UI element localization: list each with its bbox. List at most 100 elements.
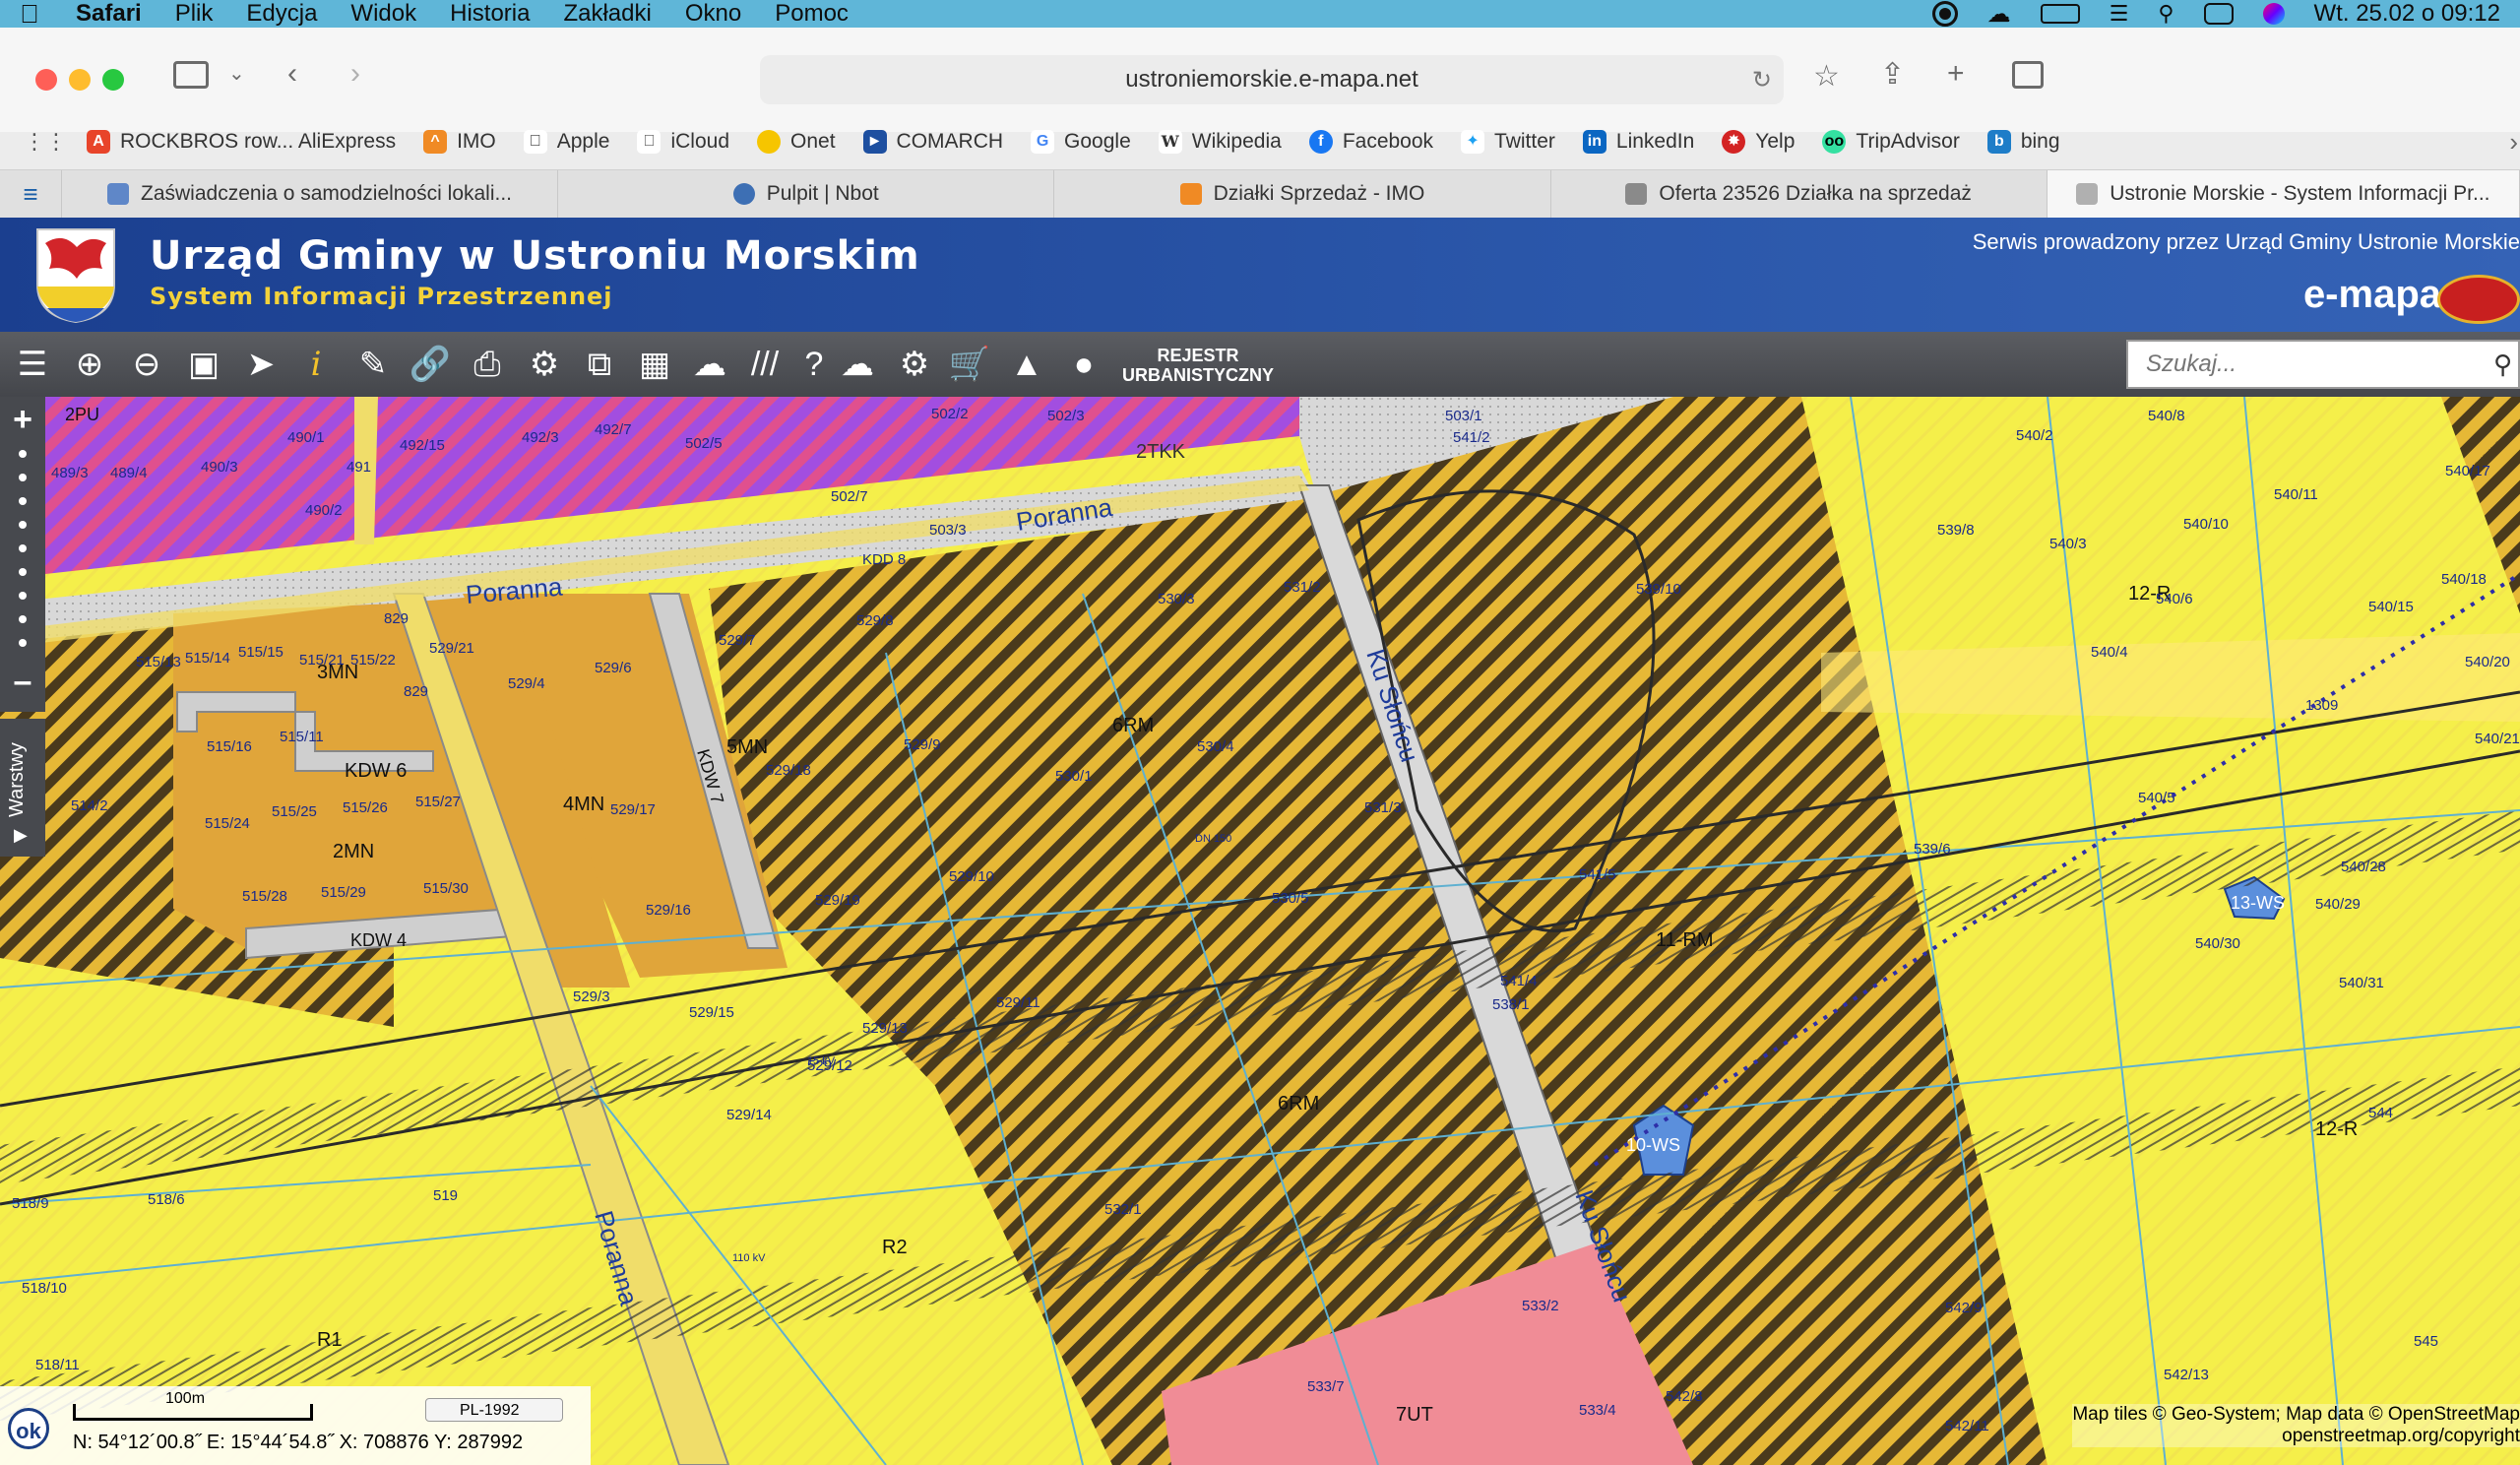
attribution-line2[interactable]: openstreetmap.org/copyright <box>2072 1426 2520 1447</box>
linkedin-icon: in <box>1582 130 1606 154</box>
favorites-overflow-icon[interactable]: › <box>2509 127 2518 158</box>
apps-grid-icon[interactable]: ⋮⋮ <box>24 129 67 155</box>
zoom-in-icon[interactable]: ⊕ <box>67 342 112 387</box>
zoom-level-dot[interactable] <box>19 450 27 458</box>
info-icon[interactable]: i <box>293 342 339 387</box>
favorite-tripadvisor[interactable]: oo TripAdvisor <box>1822 130 1960 154</box>
menu-item-widok[interactable]: Widok <box>334 0 433 28</box>
tab-ustronie-morskie[interactable]: Ustronie Morskie - System Informacji Pr.… <box>2047 170 2520 218</box>
map-label: 515/27 <box>415 794 461 810</box>
zoom-level-dot[interactable] <box>19 497 27 505</box>
tent-icon[interactable]: ▲ <box>1004 342 1049 387</box>
share-icon[interactable]: ⇪ <box>1880 57 1905 92</box>
tab-dzialki-sprzedaz[interactable]: Działki Sprzedaż - IMO <box>1054 170 1551 218</box>
wifi-icon[interactable]: ☰ <box>2110 1 2129 27</box>
cloud-download-icon[interactable]: ☁ <box>835 342 880 387</box>
compare-icon[interactable]: ⧉ <box>577 342 622 387</box>
apple-menu-icon[interactable]:  <box>0 0 59 30</box>
link-icon[interactable]: 🔗 <box>408 342 453 387</box>
back-icon[interactable]: ‹ <box>287 57 297 91</box>
favorite-icloud[interactable]:  iCloud <box>637 130 729 154</box>
favorite-onet[interactable]: Onet <box>757 130 836 154</box>
hatch-icon[interactable]: /// <box>742 342 788 387</box>
help-icon[interactable]: ? <box>791 342 837 387</box>
tab-overview-icon[interactable] <box>2012 61 2044 89</box>
reload-icon[interactable]: ↻ <box>1752 66 1772 95</box>
layers-panel-toggle[interactable]: Warstwy ▶ <box>0 719 45 857</box>
street-view-icon[interactable]: ⚙ <box>522 342 567 387</box>
close-window-button[interactable] <box>35 69 57 91</box>
minimize-window-button[interactable] <box>69 69 91 91</box>
cursor-coordinates: N: 54°12´00.8˝ E: 15°44´54.8˝ X: 708876 … <box>73 1432 524 1453</box>
sidebar-toggle-icon[interactable] <box>173 61 209 89</box>
zoom-level-dot[interactable] <box>19 592 27 600</box>
favorite-apple[interactable]:  Apple <box>523 130 609 154</box>
favorite-facebook[interactable]: f Facebook <box>1308 130 1433 154</box>
menu-item-zakladki[interactable]: Zakładki <box>546 0 667 28</box>
forward-icon[interactable]: › <box>350 57 360 91</box>
search-icon[interactable]: ⚲ <box>2493 350 2512 380</box>
favorite-bing[interactable]: b bing <box>1986 130 2060 154</box>
menu-item-historia[interactable]: Historia <box>433 0 546 28</box>
menu-item-okno[interactable]: Okno <box>668 0 758 28</box>
new-tab-icon[interactable]: + <box>1947 57 1965 91</box>
map-search-input[interactable] <box>2128 350 2483 379</box>
menu-item-edycja[interactable]: Edycja <box>229 0 334 28</box>
rejestr-urbanistyczny-button[interactable]: REJESTR URBANISTYCZNY <box>1122 346 1274 385</box>
emapa-header: Urząd Gminy w Ustroniu Morskim System In… <box>0 218 2520 332</box>
draw-shape-icon[interactable]: ☁ <box>687 342 732 387</box>
menu-item-pomoc[interactable]: Pomoc <box>758 0 865 28</box>
favorite-twitter[interactable]: ✦ Twitter <box>1461 130 1555 154</box>
layout-icon[interactable]: ▦ <box>632 342 677 387</box>
print-icon[interactable]: ⎙ <box>465 342 510 387</box>
zoom-out-icon[interactable]: ⊖ <box>124 342 169 387</box>
zoom-slider[interactable]: + – <box>0 397 45 712</box>
chevron-down-icon[interactable]: ⌄ <box>228 61 245 86</box>
favorite-yelp[interactable]: ✸ Yelp <box>1722 130 1795 154</box>
map-label: 2MN <box>333 841 374 862</box>
zoom-window-button[interactable] <box>102 69 124 91</box>
zoom-level-dot[interactable] <box>19 615 27 623</box>
zoom-level-dot[interactable] <box>19 639 27 647</box>
imo-icon: ^ <box>423 130 448 154</box>
tab-favicon <box>732 183 755 205</box>
map-zoom-out-button[interactable]: – <box>0 663 45 701</box>
zoom-level-dot[interactable] <box>19 568 27 576</box>
control-center-icon[interactable] <box>2203 3 2234 25</box>
users-icon[interactable]: ● <box>1061 342 1106 387</box>
tab-pulpit-nbot[interactable]: Pulpit | Nbot <box>558 170 1055 218</box>
favorite-comarch[interactable]: ► COMARCH <box>862 130 1003 154</box>
address-bar[interactable]: ustroniemorskie.e-mapa.net ↻ <box>760 55 1784 104</box>
battery-icon[interactable] <box>2040 4 2080 24</box>
map-zoom-in-button[interactable]: + <box>0 401 45 439</box>
select-arrow-icon[interactable]: ➤ <box>238 342 284 387</box>
favorite-google[interactable]: G Google <box>1031 130 1131 154</box>
projection-select[interactable]: PL-1992 <box>425 1398 563 1422</box>
zoom-level-dot[interactable] <box>19 521 27 529</box>
favorite-wikipedia[interactable]: W Wikipedia <box>1158 130 1282 154</box>
favorite-imo[interactable]: ^ IMO <box>423 130 496 154</box>
bookmark-star-icon[interactable]: ☆ <box>1813 59 1840 94</box>
cart-icon[interactable]: 🛒 <box>947 342 992 387</box>
zoom-level-dot[interactable] <box>19 474 27 481</box>
cloud-icon[interactable]: ☁ <box>1987 0 2011 29</box>
menubar-clock[interactable]: Wt. 25.02 o 09:12 <box>2314 0 2500 28</box>
tab-oferta[interactable]: Oferta 23526 Działka na sprzedaż <box>1551 170 2048 218</box>
record-icon[interactable] <box>1931 1 1958 27</box>
tab-zaswiadczenia[interactable]: Zaświadczenia o samodzielności lokali... <box>62 170 559 218</box>
spotlight-search-icon[interactable]: ⚲ <box>2158 1 2174 27</box>
map-label: 518/10 <box>22 1280 67 1297</box>
measure-ruler-icon[interactable]: ✎ <box>350 342 396 387</box>
zoom-level-dot[interactable] <box>19 544 27 552</box>
settings-gear-icon[interactable]: ⚙ <box>892 342 937 387</box>
siri-icon[interactable] <box>2262 3 2285 25</box>
menu-item-plik[interactable]: Plik <box>158 0 230 28</box>
map-canvas[interactable]: 2PU 490/1 492/15 492/3 492/7 502/5 502/2… <box>0 397 2520 1465</box>
ok-button[interactable]: ok <box>8 1408 49 1449</box>
tab-group-icon[interactable]: ≡ <box>0 170 62 218</box>
favorite-aliexpress[interactable]: A ROCKBROS row... AliExpress <box>87 130 396 154</box>
menu-app-name[interactable]: Safari <box>59 0 158 28</box>
favorite-linkedin[interactable]: in LinkedIn <box>1582 130 1694 154</box>
layers-icon[interactable]: ☰ <box>10 342 55 387</box>
full-extent-icon[interactable]: ▣ <box>181 342 226 387</box>
